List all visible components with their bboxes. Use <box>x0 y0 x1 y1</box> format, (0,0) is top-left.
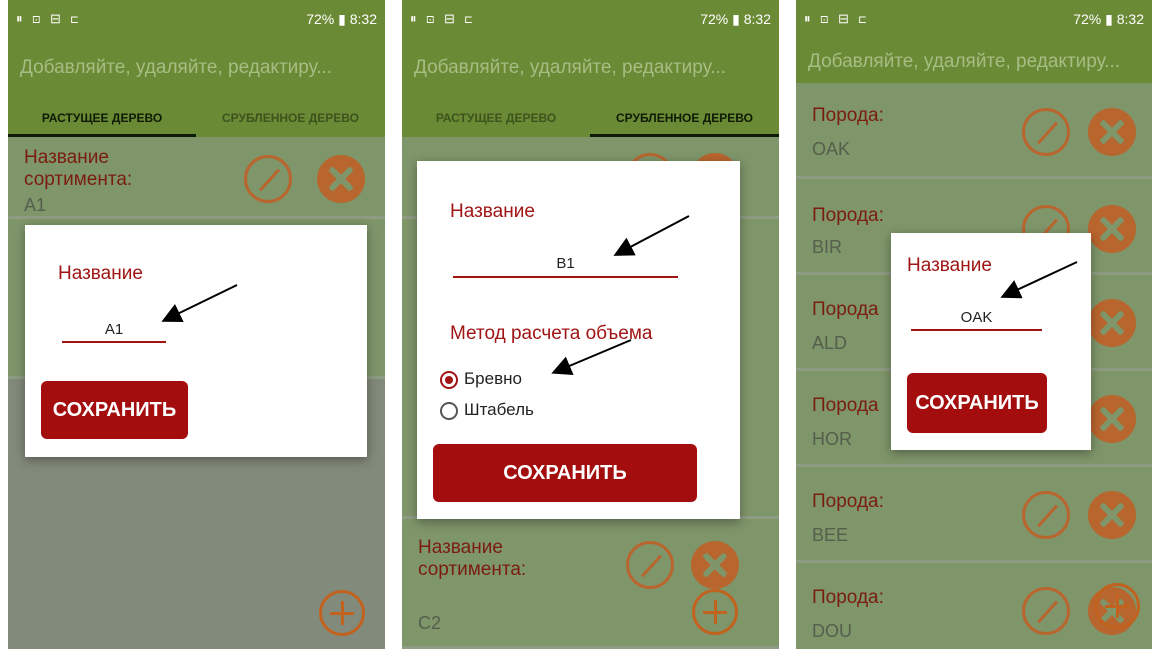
delete-icon[interactable] <box>1088 491 1136 539</box>
row-value: ALD <box>812 333 848 353</box>
status-icons: ⏸ ⊡ ⊟ ⊏ <box>16 11 82 26</box>
edit-icon[interactable] <box>1022 491 1070 539</box>
app-title: Добавляйте, удаляйте, редактиру... <box>808 51 1121 72</box>
status-right: 72% ▮ 8:32 <box>306 11 377 28</box>
save-button[interactable]: СОХРАНИТЬ <box>41 381 188 439</box>
row-label: Порода: <box>812 205 884 226</box>
battery-icon: ▮ <box>338 11 346 27</box>
status-icons: ⏸ ⊡ ⊟ ⊏ <box>410 11 476 26</box>
tab-felled-tree[interactable]: СРУБЛЕННОЕ ДЕРЕВО <box>590 99 779 137</box>
row-label: Название сортимента: <box>24 147 133 190</box>
clock: 8:32 <box>349 11 377 27</box>
name-dialog: Название СОХРАНИТЬ <box>25 225 367 457</box>
dialog-title: Название <box>58 263 143 284</box>
row-label: Порода: <box>812 105 884 126</box>
name-input[interactable] <box>62 317 166 343</box>
add-icon[interactable] <box>1094 583 1140 629</box>
row-value: C2 <box>418 613 442 633</box>
app-title: Добавляйте, удаляйте, редактиру... <box>414 57 727 78</box>
row-label: Порода: <box>812 491 884 512</box>
battery-level: 72% <box>306 11 335 27</box>
delete-icon[interactable] <box>691 541 739 589</box>
tab-felled-tree[interactable]: СРУБЛЕННОЕ ДЕРЕВО <box>196 99 385 137</box>
row-label: Название сортимента: <box>418 537 527 580</box>
row-label: Порода: <box>812 587 884 608</box>
screen-3: ⏸ ⊡ ⊟ ⊏ 72% ▮ 8:32 Добавляйте, удаляйте,… <box>796 0 1152 649</box>
status-right: 72% ▮ 8:32 <box>1073 11 1144 28</box>
screen-2: ⏸ ⊡ ⊟ ⊏ 72% ▮ 8:32 Добавляйте, удаляйте,… <box>402 0 779 649</box>
tab-growing-tree[interactable]: РАСТУЩЕЕ ДЕРЕВО <box>402 99 590 137</box>
row-value: DOU <box>812 621 852 641</box>
delete-icon[interactable] <box>1088 299 1136 347</box>
app-title: Добавляйте, удаляйте, редактиру... <box>20 57 333 78</box>
battery-icon: ▮ <box>732 11 740 27</box>
list-item[interactable]: Название сортимента: A1 <box>8 137 385 219</box>
dialog-title: Название <box>907 255 992 276</box>
status-bar: ⏸ ⊡ ⊟ ⊏ 72% ▮ 8:32 <box>8 0 385 37</box>
delete-icon[interactable] <box>317 155 365 203</box>
list-item[interactable]: Порода: OAK <box>796 83 1152 179</box>
name-input[interactable] <box>911 305 1042 331</box>
volume-method-title: Метод расчета объема <box>450 323 653 344</box>
status-icons: ⏸ ⊡ ⊟ ⊏ <box>804 11 870 26</box>
dialog-title: Название <box>450 201 535 222</box>
clock: 8:32 <box>1116 11 1144 27</box>
row-value: BIR <box>812 237 843 257</box>
row-label: Порода <box>812 299 879 320</box>
delete-icon[interactable] <box>1088 205 1136 253</box>
battery-icon: ▮ <box>1105 11 1113 27</box>
battery-level: 72% <box>1073 11 1102 27</box>
save-button[interactable]: СОХРАНИТЬ <box>907 373 1047 433</box>
row-value: BEE <box>812 525 849 545</box>
row-label: Порода <box>812 395 879 416</box>
edit-icon[interactable] <box>244 155 292 203</box>
delete-icon[interactable] <box>1088 395 1136 443</box>
tab-growing-tree[interactable]: РАСТУЩЕЕ ДЕРЕВО <box>8 99 196 137</box>
list-item[interactable]: Порода: BEE <box>796 467 1152 563</box>
app-bar: Добавляйте, удаляйте, редактиру... РАСТУ… <box>8 37 385 137</box>
edit-icon[interactable] <box>1022 587 1070 635</box>
row-value: OAK <box>812 139 851 159</box>
name-dialog: Название СОХРАНИТЬ <box>891 233 1091 450</box>
name-input[interactable] <box>453 250 678 278</box>
name-method-dialog: Название Метод расчета объема Бревно Шта… <box>417 161 740 519</box>
battery-level: 72% <box>700 11 729 27</box>
row-value: HOR <box>812 429 852 449</box>
status-bar: ⏸ ⊡ ⊟ ⊏ 72% ▮ 8:32 <box>796 0 1152 37</box>
add-icon[interactable] <box>319 590 365 636</box>
app-bar: Добавляйте, удаляйте, редактиру... <box>796 37 1152 83</box>
delete-icon[interactable] <box>1088 108 1136 156</box>
radio-unchecked-icon <box>440 402 458 420</box>
screen-1: ⏸ ⊡ ⊟ ⊏ 72% ▮ 8:32 Добавляйте, удаляйте,… <box>8 0 385 649</box>
status-right: 72% ▮ 8:32 <box>700 11 771 28</box>
row-value: A1 <box>24 195 47 215</box>
add-icon[interactable] <box>692 589 738 635</box>
clock: 8:32 <box>743 11 771 27</box>
edit-icon[interactable] <box>626 541 674 589</box>
radio-label: Штабель <box>464 400 534 419</box>
radio-checked-icon <box>440 371 458 389</box>
status-bar: ⏸ ⊡ ⊟ ⊏ 72% ▮ 8:32 <box>402 0 779 37</box>
edit-icon[interactable] <box>1022 108 1070 156</box>
save-button[interactable]: СОХРАНИТЬ <box>433 444 697 502</box>
radio-label: Бревно <box>464 369 522 388</box>
app-bar: Добавляйте, удаляйте, редактиру... РАСТУ… <box>402 37 779 137</box>
